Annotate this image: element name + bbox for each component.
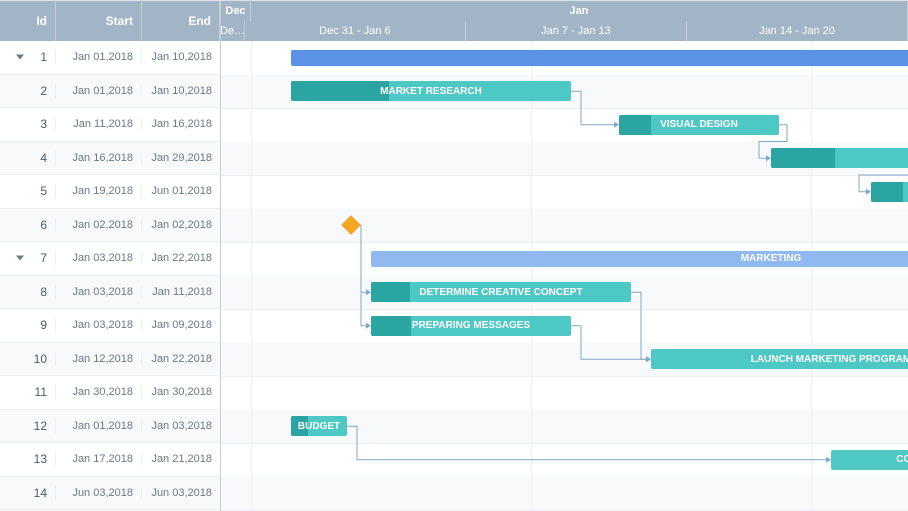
task-id: 10 [0, 352, 56, 366]
col-header-id[interactable]: Id [0, 1, 56, 41]
task-start: Jan 17,2018 [56, 453, 142, 465]
gantt-bar[interactable]: MARKET RESEARCH [291, 81, 571, 101]
bar-label: CONFORMING [896, 454, 908, 465]
table-row[interactable]: 7Jan 03,2018Jan 22,2018 [0, 242, 220, 276]
bar-label: BUDGET [298, 421, 340, 432]
task-end: Jan 21,2018 [142, 453, 220, 465]
gantt-bar[interactable]: DETERMINE CREATIVE CONCEPT [371, 282, 631, 302]
task-start: Jun 03,2018 [56, 487, 142, 499]
table-row[interactable]: 8Jan 03,2018Jan 11,2018 [0, 276, 220, 310]
task-id: 3 [0, 117, 56, 131]
task-end: Jan 30,2018 [142, 386, 220, 398]
week-header: Jan 7 - Jan 13 [466, 21, 687, 41]
task-id: 5 [0, 184, 56, 198]
task-end: Jun 01,2018 [142, 185, 220, 197]
task-start: Jan 03,2018 [56, 319, 142, 331]
grid-body: 1Jan 01,2018Jan 10,20182Jan 01,2018Jan 1… [0, 41, 220, 511]
task-start: Jan 03,2018 [56, 252, 142, 264]
task-start: Jan 01,2018 [56, 51, 142, 63]
task-start: Jan 01,2018 [56, 420, 142, 432]
gantt-bar[interactable]: CONFORMING [831, 450, 908, 470]
task-id: 1 [0, 50, 56, 64]
bar-label: MARKET RESEARCH [380, 86, 482, 97]
task-end: Jan 22,2018 [142, 252, 220, 264]
col-header-end[interactable]: End [142, 1, 220, 41]
chevron-down-icon[interactable] [16, 256, 24, 261]
table-row[interactable]: 10Jan 12,2018Jan 22,2018 [0, 343, 220, 377]
task-id: 11 [0, 385, 56, 399]
table-row[interactable]: 9Jan 03,2018Jan 09,2018 [0, 309, 220, 343]
task-id: 7 [0, 251, 56, 265]
task-start: Jan 11,2018 [56, 118, 142, 130]
task-end: Jan 16,2018 [142, 118, 220, 130]
task-start: Jan 02,2018 [56, 219, 142, 231]
task-start: Jan 01,2018 [56, 85, 142, 97]
gantt-bar[interactable] [291, 50, 908, 66]
table-row[interactable]: 13Jan 17,2018Jan 21,2018 [0, 443, 220, 477]
bar-label: LAUNCH MARKETING PROGRAM [751, 354, 908, 365]
table-row[interactable]: 12Jan 01,2018Jan 03,2018 [0, 410, 220, 444]
task-id: 8 [0, 285, 56, 299]
task-start: Jan 03,2018 [56, 286, 142, 298]
task-id: 2 [0, 84, 56, 98]
grid-header: Id Start End [0, 1, 220, 41]
table-row[interactable]: 4Jan 16,2018Jan 29,2018 [0, 142, 220, 176]
task-end: Jan 10,2018 [142, 85, 220, 97]
gantt-bar[interactable]: VISUAL DESIGN [619, 115, 779, 135]
task-start: Jan 19,2018 [56, 185, 142, 197]
table-row[interactable]: 3Jan 11,2018Jan 16,2018 [0, 108, 220, 142]
week-header: Jan 14 - Jan 20 [687, 21, 908, 41]
chevron-down-icon[interactable] [16, 55, 24, 60]
week-header: Dec 31 - Jan 6 [245, 21, 466, 41]
milestone-icon[interactable] [341, 215, 361, 235]
table-row[interactable]: 1Jan 01,2018Jan 10,2018 [0, 41, 220, 75]
gantt-bar[interactable] [871, 182, 908, 202]
gantt-bar[interactable]: PREPARING MESSAGES [371, 316, 571, 336]
task-end: Jan 22,2018 [142, 353, 220, 365]
task-start: Jan 12,2018 [56, 353, 142, 365]
gantt-bar[interactable]: LAUNCH MARKETING PROGRAM [651, 349, 908, 369]
task-id: 6 [0, 218, 56, 232]
table-row[interactable]: 6Jan 02,2018Jan 02,2018 [0, 209, 220, 243]
task-grid: Id Start End 1Jan 01,2018Jan 10,20182Jan… [0, 1, 221, 511]
task-end: Jun 03,2018 [142, 487, 220, 499]
task-id: 14 [0, 486, 56, 500]
timeline-body[interactable]: MARKET RESEARCH VISUAL DESIGN MARKETING DET… [221, 41, 908, 511]
month-header: Dec [221, 1, 251, 21]
task-id: 4 [0, 151, 56, 165]
task-id: 13 [0, 452, 56, 466]
col-header-start[interactable]: Start [56, 1, 142, 41]
task-end: Jan 09,2018 [142, 319, 220, 331]
month-header: Jan [251, 1, 908, 21]
task-end: Jan 29,2018 [142, 152, 220, 164]
task-id: 9 [0, 318, 56, 332]
bar-label: PREPARING MESSAGES [412, 320, 530, 331]
gantt-bar[interactable] [771, 148, 908, 168]
task-end: Jan 10,2018 [142, 51, 220, 63]
task-start: Jan 16,2018 [56, 152, 142, 164]
bar-label: DETERMINE CREATIVE CONCEPT [419, 287, 582, 298]
gantt-bar[interactable]: BUDGET [291, 416, 347, 436]
task-start: Jan 30,2018 [56, 386, 142, 398]
bar-label: MARKETING [741, 253, 802, 264]
gantt-chart: Id Start End 1Jan 01,2018Jan 10,20182Jan… [0, 0, 908, 511]
table-row[interactable]: 14Jun 03,2018Jun 03,2018 [0, 477, 220, 511]
task-end: Jan 03,2018 [142, 420, 220, 432]
task-end: Jan 02,2018 [142, 219, 220, 231]
table-row[interactable]: 11Jan 30,2018Jan 30,2018 [0, 376, 220, 410]
task-end: Jan 11,2018 [142, 286, 220, 298]
timeline-header: DecJan De…Dec 31 - Jan 6Jan 7 - Jan 13Ja… [221, 1, 908, 41]
table-row[interactable]: 2Jan 01,2018Jan 10,2018 [0, 75, 220, 109]
week-header: De… [221, 21, 245, 41]
table-row[interactable]: 5Jan 19,2018Jun 01,2018 [0, 175, 220, 209]
bar-label: VISUAL DESIGN [660, 119, 738, 130]
timeline[interactable]: DecJan De…Dec 31 - Jan 6Jan 7 - Jan 13Ja… [221, 1, 908, 511]
gantt-bar[interactable]: MARKETING [371, 251, 908, 267]
task-id: 12 [0, 419, 56, 433]
